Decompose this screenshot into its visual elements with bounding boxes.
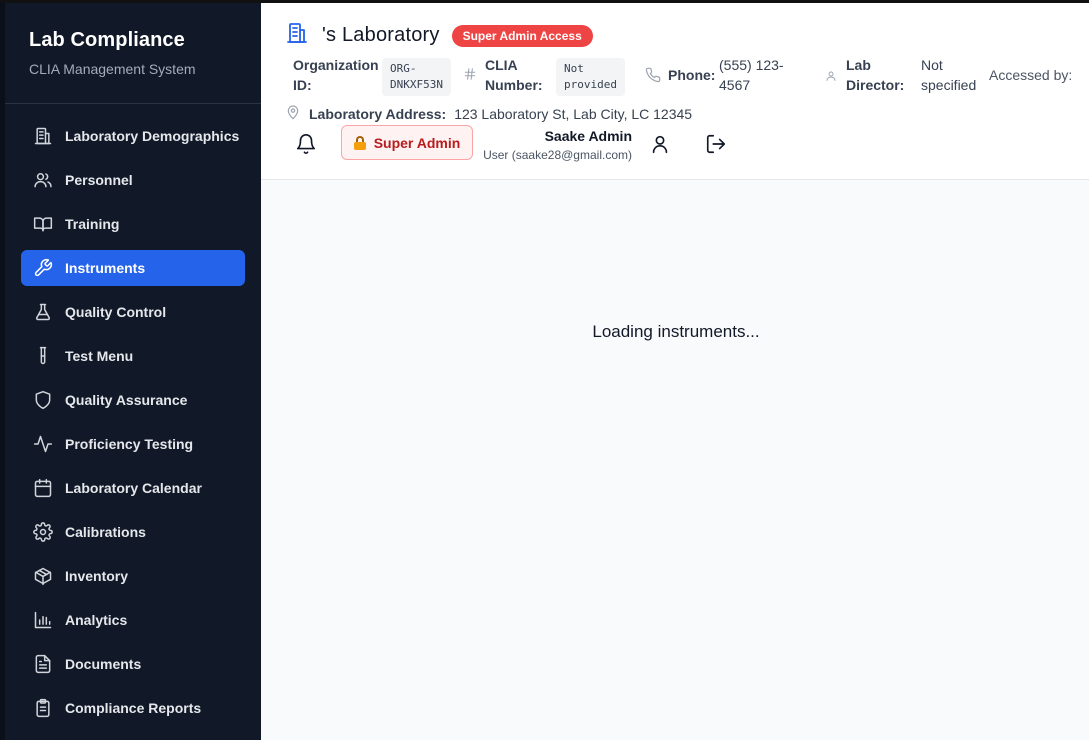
sidebar-item-laboratory-calendar[interactable]: Laboratory Calendar: [21, 470, 245, 506]
main-content: Loading instruments...: [261, 180, 1089, 740]
sidebar-item-label: Quality Control: [65, 304, 167, 320]
hash-icon: [463, 67, 477, 84]
sidebar-item-test-menu[interactable]: Test Menu: [21, 338, 245, 374]
user-small-icon: [825, 69, 837, 85]
sidebar-item-personnel[interactable]: Personnel: [21, 162, 245, 198]
file-text-icon: [33, 654, 53, 674]
calendar-icon: [33, 478, 53, 498]
flask-icon: [33, 302, 53, 322]
lock-icon: [353, 135, 366, 150]
address-row: Laboratory Address: 123 Laboratory St, L…: [285, 104, 692, 123]
sidebar-item-label: Laboratory Demographics: [65, 128, 240, 144]
brand: Lab Compliance CLIA Management System: [5, 0, 261, 104]
org-id-value: ORG- DNKXF53N: [382, 58, 451, 96]
header-actions: Super Admin Saake Admin User (saake28@gm…: [285, 125, 1089, 165]
super-admin-label: Super Admin: [373, 134, 461, 151]
test-tube-icon: [33, 346, 53, 366]
phone-value: (555) 123- 4567: [719, 57, 784, 93]
users-icon: [33, 170, 53, 190]
package-icon: [33, 566, 53, 586]
top-border: [0, 0, 1089, 3]
user-name: Saake Admin: [544, 128, 632, 144]
app-subtitle: CLIA Management System: [29, 61, 196, 77]
sidebar-item-label: Proficiency Testing: [65, 436, 194, 452]
access-badge: Super Admin Access: [451, 24, 593, 47]
user-email: User (saake28@gmail.com): [483, 148, 632, 162]
sidebar-nav: Laboratory Demographics Personnel Traini…: [5, 104, 261, 726]
lab-director-label: Lab Director:: [846, 57, 905, 93]
address-value: 123 Laboratory St, Lab City, LC 12345: [454, 105, 693, 122]
sidebar-item-quality-assurance[interactable]: Quality Assurance: [21, 382, 245, 418]
sidebar-item-analytics[interactable]: Analytics: [21, 602, 245, 638]
sidebar-item-label: Laboratory Calendar: [65, 480, 202, 496]
map-pin-icon: [285, 104, 309, 123]
sidebar-item-inventory[interactable]: Inventory: [21, 558, 245, 594]
sidebar-item-calibrations[interactable]: Calibrations: [21, 514, 245, 550]
book-icon: [33, 214, 53, 234]
sidebar-item-label: Personnel: [65, 172, 133, 188]
sidebar-item-training[interactable]: Training: [21, 206, 245, 242]
app-title: Lab Compliance: [29, 29, 185, 51]
sidebar-item-label: Training: [65, 216, 120, 232]
clia-number-label: CLIA Number:: [485, 57, 543, 93]
lab-header: 's Laboratory Super Admin Access Organiz…: [261, 3, 1089, 180]
gear-icon: [33, 522, 53, 542]
building-icon: [33, 126, 53, 146]
bar-chart-icon: [33, 610, 53, 630]
building-icon: [285, 21, 309, 50]
bell-icon[interactable]: [295, 133, 317, 160]
sidebar-item-laboratory-demographics[interactable]: Laboratory Demographics: [21, 118, 245, 154]
sidebar-item-compliance-reports[interactable]: Compliance Reports: [21, 690, 245, 726]
address-label: Laboratory Address:: [309, 105, 447, 122]
shield-icon: [33, 390, 53, 410]
accessed-by: Accessed by:: [989, 67, 1073, 83]
sidebar-item-label: Documents: [65, 656, 142, 672]
clipboard-icon: [33, 698, 53, 718]
lab-director-value: Not specified: [921, 57, 977, 93]
sidebar-item-label: Quality Assurance: [65, 392, 188, 408]
clia-number-value: Not provided: [556, 58, 625, 96]
lab-info-row: Organization ID: ORG- DNKXF53N CLIA Numb…: [285, 55, 1089, 96]
lab-name: 's Laboratory: [322, 24, 440, 46]
org-id-label: Organization ID:: [293, 57, 379, 93]
sidebar-item-proficiency-testing[interactable]: Proficiency Testing: [21, 426, 245, 462]
activity-icon: [33, 434, 53, 454]
sidebar-item-label: Compliance Reports: [65, 700, 202, 716]
sidebar-item-instruments[interactable]: Instruments: [21, 250, 245, 286]
phone-label: Phone:: [668, 67, 716, 83]
loading-message: Loading instruments...: [592, 322, 760, 341]
sidebar-item-quality-control[interactable]: Quality Control: [21, 294, 245, 330]
sidebar-item-label: Inventory: [65, 568, 129, 584]
phone-icon: [645, 67, 661, 86]
lab-title-row: 's Laboratory Super Admin Access: [285, 21, 593, 50]
wrench-icon: [33, 258, 53, 278]
user-icon[interactable]: [649, 133, 671, 160]
sidebar-item-label: Test Menu: [65, 348, 134, 364]
sidebar-item-documents[interactable]: Documents: [21, 646, 245, 682]
sidebar-item-label: Instruments: [65, 260, 146, 276]
sidebar-item-label: Analytics: [65, 612, 128, 628]
sidebar-item-label: Calibrations: [65, 524, 146, 540]
super-admin-button[interactable]: Super Admin: [341, 125, 473, 160]
sidebar: Lab Compliance CLIA Management System La…: [0, 0, 261, 740]
current-user: Saake Admin User (saake28@gmail.com): [483, 127, 632, 163]
app-root: Lab Compliance CLIA Management System La…: [0, 0, 1089, 740]
logout-icon[interactable]: [705, 133, 727, 160]
